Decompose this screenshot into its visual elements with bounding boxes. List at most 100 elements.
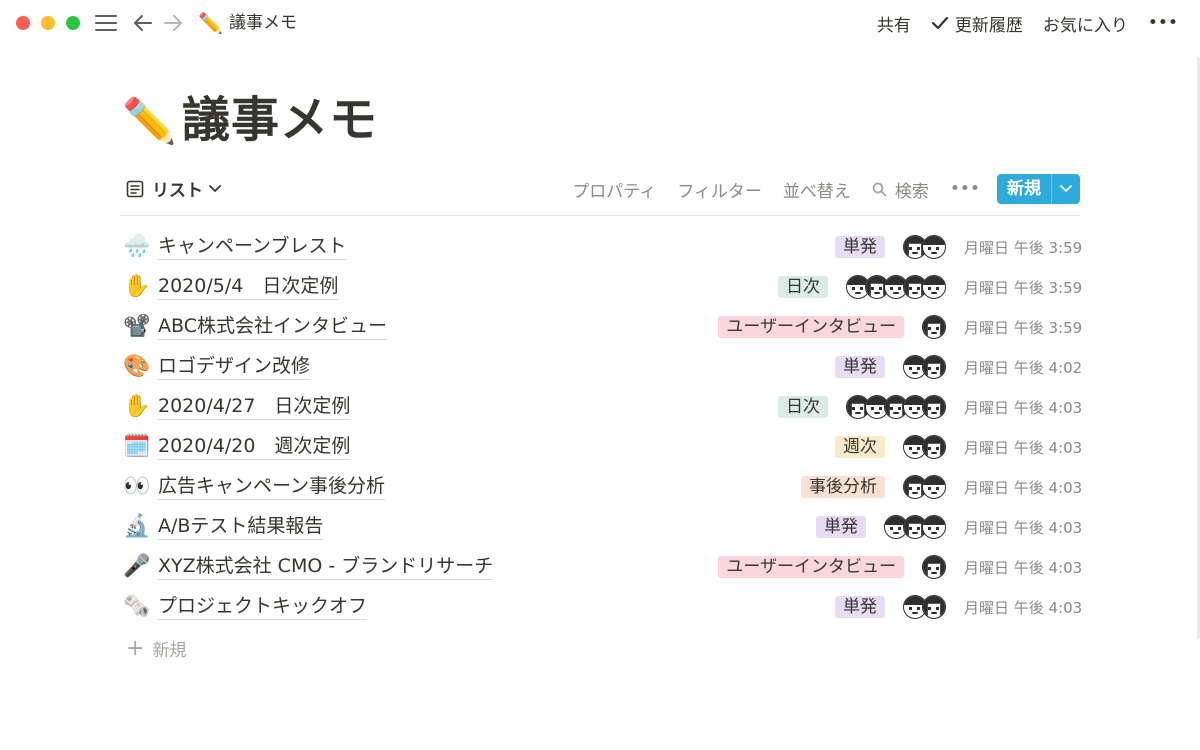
share-button[interactable]: 共有 — [877, 11, 911, 36]
last-edited-time: 月曜日 午後 4:02 — [964, 358, 1083, 377]
back-arrow-icon[interactable] — [131, 10, 155, 36]
type-tag: 事後分析 — [801, 476, 885, 498]
type-tag: 単発 — [835, 596, 885, 618]
breadcrumb-page-icon[interactable]: ✏️ — [198, 11, 223, 35]
page-title[interactable]: 議事メモ — [182, 90, 378, 150]
list-item[interactable]: 🗞️ プロジェクトキックオフ 単発 月曜日 午後 4:03 — [120, 587, 1083, 627]
page-icon[interactable]: ✏️ — [122, 96, 177, 148]
list-item-title[interactable]: A/Bテスト結果報告 — [158, 514, 324, 540]
list-view-icon — [126, 180, 144, 197]
list-item[interactable]: 🗓️ 2020/4/20 週次定例 週次 月曜日 午後 4:03 — [120, 427, 1083, 467]
list-item-title[interactable]: 2020/5/4 日次定例 — [158, 274, 339, 300]
type-tag: 単発 — [835, 236, 885, 258]
minimize-window-button[interactable] — [41, 16, 55, 30]
view-actions: プロパティ フィルター 並べ替え 検索 ••• 新規 — [572, 174, 1080, 204]
page-list: 🌧️ キャンペーンブレスト 単発 月曜日 午後 3:59 ✋ 2020/5/4 日次定例日… — [120, 227, 1083, 627]
list-item-properties: ユーザーインタビュー 月曜日 午後 4:03 — [718, 553, 1083, 581]
participants-avatars — [903, 595, 946, 619]
participants-avatars — [884, 515, 946, 539]
page-emoji-icon: 📽️ — [123, 314, 151, 339]
last-edited-time: 月曜日 午後 4:03 — [964, 598, 1083, 617]
search-label: 検索 — [894, 181, 929, 202]
list-item-properties: 日次 月曜日 午後 3:59 — [778, 273, 1082, 301]
list-item[interactable]: 📽️ ABC株式会社インタビュー ユーザーインタビュー 月曜日 午後 3:59 — [120, 307, 1082, 347]
topbar-actions: 共有 更新履歴 お気に入り ••• — [877, 0, 1200, 46]
new-page-dropdown-button[interactable] — [1051, 174, 1080, 204]
list-item-title[interactable]: ABC株式会社インタビュー — [158, 314, 387, 340]
avatar — [922, 315, 946, 339]
list-item-properties: 事後分析 月曜日 午後 4:03 — [801, 473, 1083, 501]
last-edited-time: 月曜日 午後 4:03 — [964, 398, 1083, 417]
participants-avatars — [846, 395, 946, 419]
page-emoji-icon: 🗓️ — [123, 434, 151, 459]
participants-avatars — [922, 315, 946, 339]
updates-button[interactable]: 更新履歴 — [931, 11, 1023, 36]
avatar — [922, 395, 946, 419]
sort-button[interactable]: 並べ替え — [783, 177, 851, 202]
maximize-window-button[interactable] — [66, 16, 80, 30]
list-item-title[interactable]: 広告キャンペーン事後分析 — [158, 474, 386, 500]
sidebar-toggle-icon[interactable] — [94, 10, 118, 36]
view-more-button[interactable]: ••• — [950, 179, 980, 199]
list-item[interactable]: 👀 広告キャンペーン事後分析 事後分析 月曜日 午後 4:03 — [120, 467, 1083, 507]
avatar — [922, 475, 946, 499]
close-window-button[interactable] — [16, 16, 30, 30]
type-tag: ユーザーインタビュー — [718, 316, 904, 338]
participants-avatars — [846, 275, 946, 299]
avatar — [922, 555, 946, 579]
avatar — [922, 355, 946, 379]
list-item-title[interactable]: 2020/4/27 日次定例 — [158, 394, 351, 420]
add-new-label: 新規 — [152, 641, 187, 661]
list-item-title[interactable]: XYZ株式会社 CMO - ブランドリサーチ — [158, 554, 494, 580]
list-item-properties: ユーザーインタビュー 月曜日 午後 3:59 — [718, 313, 1082, 341]
list-item[interactable]: 🌧️ キャンペーンブレスト 単発 月曜日 午後 3:59 — [120, 227, 1083, 267]
list-item-title[interactable]: ロゴデザイン改修 — [158, 354, 311, 380]
type-tag: 単発 — [835, 356, 885, 378]
view-switcher[interactable]: リスト — [126, 176, 221, 201]
last-edited-time: 月曜日 午後 4:03 — [964, 478, 1083, 497]
list-item[interactable]: 🎤 XYZ株式会社 CMO - ブランドリサーチ ユーザーインタビュー 月曜日 午後 … — [120, 547, 1083, 587]
participants-avatars — [903, 435, 946, 459]
last-edited-time: 月曜日 午後 3:59 — [964, 238, 1083, 257]
checkmark-icon — [931, 16, 949, 30]
breadcrumb-page-title[interactable]: 議事メモ — [229, 12, 297, 34]
new-page-button[interactable]: 新規 — [997, 174, 1051, 204]
list-item[interactable]: 🎨 ロゴデザイン改修 単発 月曜日 午後 4:02 — [120, 347, 1083, 387]
toolbar-divider — [120, 215, 1080, 216]
participants-avatars — [903, 475, 946, 499]
favorite-button[interactable]: お気に入り — [1043, 11, 1128, 36]
new-page-button-group: 新規 — [997, 174, 1080, 204]
list-item-properties: 単発 月曜日 午後 4:03 — [835, 593, 1083, 621]
list-item-title[interactable]: プロジェクトキックオフ — [158, 594, 368, 620]
list-item[interactable]: 🔬 A/Bテスト結果報告 単発 月曜日 午後 4:03 — [120, 507, 1083, 547]
participants-avatars — [922, 555, 946, 579]
page-emoji-icon: 🌧️ — [123, 234, 151, 259]
list-item-properties: 日次 月曜日 午後 4:03 — [778, 393, 1083, 421]
view-name: リスト — [152, 181, 203, 201]
list-item[interactable]: ✋ 2020/4/27 日次定例 日次 月曜日 午後 4:03 — [120, 387, 1083, 427]
type-tag: 週次 — [835, 436, 885, 458]
avatar — [922, 275, 946, 299]
type-tag: 単発 — [816, 516, 866, 538]
list-item-title[interactable]: キャンペーンブレスト — [158, 234, 347, 260]
page-emoji-icon: 🎤 — [123, 554, 151, 579]
filter-button[interactable]: フィルター — [677, 177, 762, 202]
more-options-button[interactable]: ••• — [1148, 13, 1178, 33]
last-edited-time: 月曜日 午後 4:03 — [964, 558, 1083, 577]
avatar — [922, 515, 946, 539]
participants-avatars — [903, 235, 946, 259]
page-emoji-icon: ✋ — [123, 394, 151, 419]
search-button[interactable]: 検索 — [872, 177, 929, 202]
last-edited-time: 月曜日 午後 4:03 — [964, 518, 1083, 537]
database-view-toolbar: リスト プロパティ フィルター 並べ替え 検索 ••• 新規 — [120, 172, 1080, 206]
properties-button[interactable]: プロパティ — [572, 177, 656, 202]
page-emoji-icon: ✋ — [123, 274, 151, 299]
title-bar: ✏️ 議事メモ 共有 更新履歴 お気に入り ••• — [0, 0, 1200, 46]
list-item-properties: 単発 月曜日 午後 4:03 — [816, 513, 1083, 541]
last-edited-time: 月曜日 午後 4:03 — [964, 438, 1083, 457]
list-item[interactable]: ✋ 2020/5/4 日次定例 日次 月曜日 午後 3:59 — [120, 267, 1082, 307]
forward-arrow-icon[interactable] — [161, 10, 185, 36]
avatar — [922, 595, 946, 619]
list-item-title[interactable]: 2020/4/20 週次定例 — [158, 434, 351, 460]
add-new-row-button[interactable]: + 新規 — [126, 636, 186, 661]
